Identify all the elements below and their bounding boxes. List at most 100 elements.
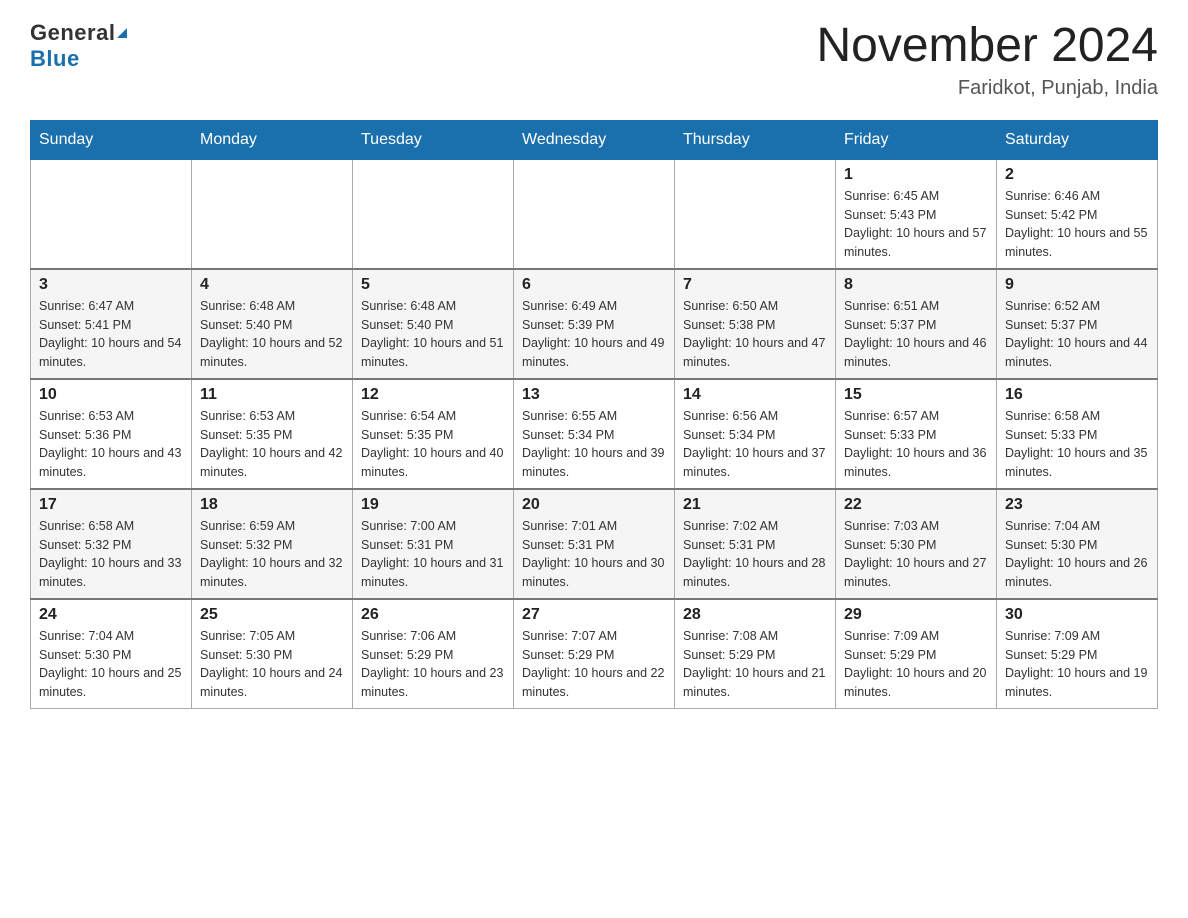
day-header-tuesday: Tuesday [353,120,514,159]
day-number: 18 [200,496,344,514]
day-info: Sunrise: 7:07 AM Sunset: 5:29 PM Dayligh… [522,627,666,702]
day-info: Sunrise: 6:53 AM Sunset: 5:35 PM Dayligh… [200,407,344,482]
day-number: 13 [522,386,666,404]
logo-text: General [30,20,127,46]
day-number: 20 [522,496,666,514]
logo-general: General [30,20,115,45]
calendar-cell: 9Sunrise: 6:52 AM Sunset: 5:37 PM Daylig… [997,269,1158,379]
day-info: Sunrise: 7:05 AM Sunset: 5:30 PM Dayligh… [200,627,344,702]
day-info: Sunrise: 6:50 AM Sunset: 5:38 PM Dayligh… [683,297,827,372]
day-number: 19 [361,496,505,514]
calendar-cell: 20 Sunrise: 7:01 AM Sunset: 5:31 PM Dayli… [514,489,675,599]
day-header-monday: Monday [192,120,353,159]
calendar-cell: 27 Sunrise: 7:07 AM Sunset: 5:29 PM Dayli… [514,599,675,709]
day-number: 22 [844,496,988,514]
calendar-cell: 14Sunrise: 6:56 AM Sunset: 5:34 PM Dayli… [675,379,836,489]
day-header-thursday: Thursday [675,120,836,159]
day-info: Sunrise: 7:01 AM Sunset: 5:31 PM Dayligh… [522,517,666,592]
day-number: 23 [1005,496,1149,514]
calendar-cell: 13 Sunrise: 6:55 AM Sunset: 5:34 PM Dayli… [514,379,675,489]
day-info: Sunrise: 6:48 AM Sunset: 5:40 PM Dayligh… [200,297,344,372]
day-header-friday: Friday [836,120,997,159]
calendar-cell [353,159,514,269]
day-info: Sunrise: 7:04 AM Sunset: 5:30 PM Dayligh… [1005,517,1149,592]
calendar-cell: 28 Sunrise: 7:08 AM Sunset: 5:29 PM Dayli… [675,599,836,709]
calendar-week-4: 17Sunrise: 6:58 AM Sunset: 5:32 PM Dayli… [31,489,1158,599]
day-number: 10 [39,386,183,404]
calendar-cell: 4 Sunrise: 6:48 AM Sunset: 5:40 PM Daylig… [192,269,353,379]
day-number: 25 [200,606,344,624]
logo-blue: Blue [30,46,80,71]
day-info: Sunrise: 6:58 AM Sunset: 5:33 PM Dayligh… [1005,407,1149,482]
day-number: 3 [39,276,183,294]
day-number: 26 [361,606,505,624]
page-header: General Blue November 2024 Faridkot, Pun… [30,20,1158,100]
day-info: Sunrise: 6:59 AM Sunset: 5:32 PM Dayligh… [200,517,344,592]
calendar-cell: 16Sunrise: 6:58 AM Sunset: 5:33 PM Dayli… [997,379,1158,489]
day-info: Sunrise: 6:53 AM Sunset: 5:36 PM Dayligh… [39,407,183,482]
calendar-cell [192,159,353,269]
day-number: 30 [1005,606,1149,624]
calendar-cell: 19 Sunrise: 7:00 AM Sunset: 5:31 PM Dayli… [353,489,514,599]
day-info: Sunrise: 6:49 AM Sunset: 5:39 PM Dayligh… [522,297,666,372]
calendar-week-3: 10 Sunrise: 6:53 AM Sunset: 5:36 PM Dayli… [31,379,1158,489]
calendar-week-2: 3 Sunrise: 6:47 AM Sunset: 5:41 PM Daylig… [31,269,1158,379]
day-info: Sunrise: 6:45 AM Sunset: 5:43 PM Dayligh… [844,187,988,262]
day-header-saturday: Saturday [997,120,1158,159]
day-info: Sunrise: 6:54 AM Sunset: 5:35 PM Dayligh… [361,407,505,482]
day-info: Sunrise: 7:02 AM Sunset: 5:31 PM Dayligh… [683,517,827,592]
day-info: Sunrise: 7:06 AM Sunset: 5:29 PM Dayligh… [361,627,505,702]
day-info: Sunrise: 6:55 AM Sunset: 5:34 PM Dayligh… [522,407,666,482]
day-info: Sunrise: 6:56 AM Sunset: 5:34 PM Dayligh… [683,407,827,482]
day-info: Sunrise: 6:52 AM Sunset: 5:37 PM Dayligh… [1005,297,1149,372]
day-info: Sunrise: 6:47 AM Sunset: 5:41 PM Dayligh… [39,297,183,372]
calendar-week-1: 1 Sunrise: 6:45 AM Sunset: 5:43 PM Daylig… [31,159,1158,269]
calendar-cell: 15 Sunrise: 6:57 AM Sunset: 5:33 PM Dayli… [836,379,997,489]
day-info: Sunrise: 7:03 AM Sunset: 5:30 PM Dayligh… [844,517,988,592]
day-number: 12 [361,386,505,404]
calendar-cell: 25 Sunrise: 7:05 AM Sunset: 5:30 PM Dayli… [192,599,353,709]
calendar-cell: 5 Sunrise: 6:48 AM Sunset: 5:40 PM Daylig… [353,269,514,379]
calendar-table: SundayMondayTuesdayWednesdayThursdayFrid… [30,120,1158,709]
day-info: Sunrise: 6:48 AM Sunset: 5:40 PM Dayligh… [361,297,505,372]
day-number: 28 [683,606,827,624]
calendar-cell: 3 Sunrise: 6:47 AM Sunset: 5:41 PM Daylig… [31,269,192,379]
day-number: 11 [200,386,344,404]
calendar-cell: 26 Sunrise: 7:06 AM Sunset: 5:29 PM Dayli… [353,599,514,709]
day-info: Sunrise: 7:09 AM Sunset: 5:29 PM Dayligh… [844,627,988,702]
day-number: 17 [39,496,183,514]
calendar-cell: 29 Sunrise: 7:09 AM Sunset: 5:29 PM Dayli… [836,599,997,709]
day-number: 27 [522,606,666,624]
day-info: Sunrise: 6:57 AM Sunset: 5:33 PM Dayligh… [844,407,988,482]
calendar-cell: 11 Sunrise: 6:53 AM Sunset: 5:35 PM Dayli… [192,379,353,489]
day-header-wednesday: Wednesday [514,120,675,159]
calendar-cell: 18 Sunrise: 6:59 AM Sunset: 5:32 PM Dayli… [192,489,353,599]
days-of-week-row: SundayMondayTuesdayWednesdayThursdayFrid… [31,120,1158,159]
title-block: November 2024 Faridkot, Punjab, India [816,20,1158,100]
calendar-cell: 24 Sunrise: 7:04 AM Sunset: 5:30 PM Dayli… [31,599,192,709]
day-number: 15 [844,386,988,404]
day-number: 1 [844,166,988,184]
calendar-cell: 21 Sunrise: 7:02 AM Sunset: 5:31 PM Dayli… [675,489,836,599]
day-info: Sunrise: 7:00 AM Sunset: 5:31 PM Dayligh… [361,517,505,592]
day-info: Sunrise: 7:08 AM Sunset: 5:29 PM Dayligh… [683,627,827,702]
calendar-cell [31,159,192,269]
calendar-cell: 1 Sunrise: 6:45 AM Sunset: 5:43 PM Daylig… [836,159,997,269]
day-number: 21 [683,496,827,514]
day-number: 8 [844,276,988,294]
calendar-cell: 2Sunrise: 6:46 AM Sunset: 5:42 PM Daylig… [997,159,1158,269]
calendar-cell: 7 Sunrise: 6:50 AM Sunset: 5:38 PM Daylig… [675,269,836,379]
day-info: Sunrise: 7:09 AM Sunset: 5:29 PM Dayligh… [1005,627,1149,702]
month-year-title: November 2024 [816,20,1158,73]
day-number: 4 [200,276,344,294]
day-info: Sunrise: 7:04 AM Sunset: 5:30 PM Dayligh… [39,627,183,702]
calendar-cell: 17Sunrise: 6:58 AM Sunset: 5:32 PM Dayli… [31,489,192,599]
day-number: 29 [844,606,988,624]
logo: General Blue [30,20,127,72]
day-number: 24 [39,606,183,624]
day-number: 5 [361,276,505,294]
calendar-cell: 10 Sunrise: 6:53 AM Sunset: 5:36 PM Dayli… [31,379,192,489]
calendar-week-5: 24 Sunrise: 7:04 AM Sunset: 5:30 PM Dayli… [31,599,1158,709]
day-number: 7 [683,276,827,294]
calendar-cell: 12 Sunrise: 6:54 AM Sunset: 5:35 PM Dayli… [353,379,514,489]
